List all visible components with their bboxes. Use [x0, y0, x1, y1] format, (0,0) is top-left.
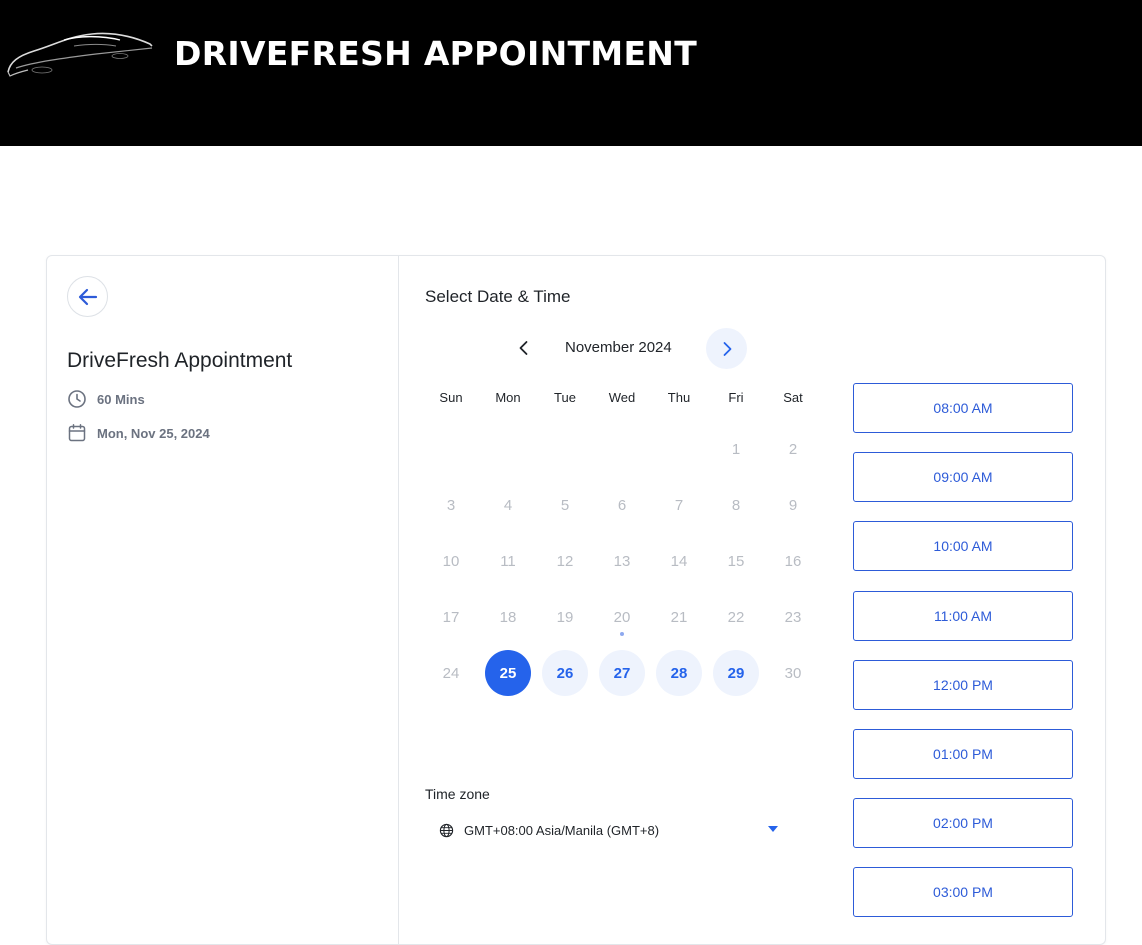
- calendar-icon: [68, 424, 86, 442]
- time-slot-button[interactable]: 03:00 PM: [853, 867, 1073, 918]
- arrow-left-icon: [78, 288, 97, 305]
- back-button[interactable]: [67, 276, 108, 317]
- booking-card: DriveFresh Appointment 60 Mins Mon, Nov …: [46, 255, 1106, 945]
- calendar-day-3: 3: [446, 496, 456, 514]
- calendar-day-28[interactable]: 28: [656, 650, 702, 696]
- calendar-day-10: 10: [442, 552, 460, 570]
- clock-icon: [68, 390, 86, 408]
- month-navigation: November 2024: [399, 328, 839, 372]
- weekday-thu: Thu: [667, 390, 691, 405]
- date-row: Mon, Nov 25, 2024: [67, 423, 210, 443]
- calendar-day-14: 14: [670, 552, 688, 570]
- calendar-day-4: 4: [503, 496, 513, 514]
- calendar-day-6: 6: [617, 496, 627, 514]
- calendar-day-8: 8: [731, 496, 741, 514]
- calendar-day-16: 16: [784, 552, 802, 570]
- caret-down-icon: [768, 826, 778, 832]
- timezone-select[interactable]: GMT+08:00 Asia/Manila (GMT+8): [439, 818, 779, 842]
- calendar-day-22: 22: [727, 608, 745, 626]
- calendar-day-21: 21: [670, 608, 688, 626]
- time-slot-button[interactable]: 09:00 AM: [853, 452, 1073, 503]
- duration-row: 60 Mins: [67, 389, 145, 409]
- today-indicator: [620, 632, 624, 636]
- weekday-tue: Tue: [554, 390, 576, 405]
- calendar-day-17: 17: [442, 608, 460, 626]
- weekday-fri: Fri: [728, 390, 744, 405]
- calendar-day-9: 9: [788, 496, 798, 514]
- calendar-day-19: 19: [556, 608, 574, 626]
- chevron-right-icon: [723, 341, 731, 356]
- calendar-day-13: 13: [613, 552, 631, 570]
- calendar-day-7: 7: [674, 496, 684, 514]
- weekday-header: Sun Mon Tue Wed Thu Fri Sat: [423, 390, 823, 410]
- calendar-day-27[interactable]: 27: [599, 650, 645, 696]
- calendar-day-12: 12: [556, 552, 574, 570]
- duration-text: 60 Mins: [97, 391, 145, 407]
- chevron-left-icon: [519, 341, 528, 355]
- next-month-button[interactable]: [706, 328, 747, 369]
- time-slot-button[interactable]: 02:00 PM: [853, 798, 1073, 849]
- weekday-sun: Sun: [439, 390, 463, 405]
- calendar-day-25[interactable]: 25: [485, 650, 531, 696]
- site-header: DRIVEFRESH APPOINTMENT: [0, 0, 1142, 146]
- time-slot-button[interactable]: 11:00 AM: [853, 590, 1073, 641]
- time-slot-button[interactable]: 01:00 PM: [853, 729, 1073, 779]
- selected-date-text: Mon, Nov 25, 2024: [97, 425, 210, 441]
- month-label: November 2024: [565, 339, 672, 356]
- date-time-pane: Select Date & Time November 2024 Sun Mon T…: [399, 256, 1105, 944]
- weekday-wed: Wed: [608, 390, 636, 405]
- event-title: DriveFresh Appointment: [67, 349, 293, 372]
- calendar-day-26[interactable]: 26: [542, 650, 588, 696]
- car-silhouette-icon: [7, 32, 153, 77]
- time-slot-button[interactable]: 12:00 PM: [853, 659, 1073, 710]
- calendar-day-18: 18: [499, 608, 517, 626]
- globe-icon: [439, 823, 454, 837]
- event-details-pane: DriveFresh Appointment 60 Mins Mon, Nov …: [47, 256, 399, 944]
- calendar-day-24: 24: [442, 664, 460, 682]
- calendar-day-30: 30: [784, 664, 802, 682]
- calendar-day-29[interactable]: 29: [713, 650, 759, 696]
- brand-title: DRIVEFRESH APPOINTMENT: [174, 34, 698, 73]
- calendar-day-23: 23: [784, 608, 802, 626]
- prev-month-button[interactable]: [504, 328, 544, 368]
- calendar-day-2: 2: [788, 440, 798, 458]
- calendar-grid: 1 2 3 4 5 6 7 8 9 10 11 12 13 14 15 16 17 18 19 20 21 22 23 24 2…: [423, 426, 823, 726]
- calendar-day-15: 15: [727, 552, 745, 570]
- weekday-mon: Mon: [495, 390, 521, 405]
- weekday-sat: Sat: [783, 390, 803, 405]
- section-title: Select Date & Time: [425, 287, 571, 306]
- timezone-value: GMT+08:00 Asia/Manila (GMT+8): [464, 822, 660, 838]
- calendar-day-11: 11: [500, 552, 516, 570]
- time-slot-button[interactable]: 08:00 AM: [853, 383, 1073, 433]
- calendar-day-1: 1: [731, 440, 741, 458]
- timezone-label: Time zone: [425, 786, 490, 802]
- calendar-day-5: 5: [560, 496, 570, 514]
- time-slot-button[interactable]: 10:00 AM: [853, 521, 1073, 572]
